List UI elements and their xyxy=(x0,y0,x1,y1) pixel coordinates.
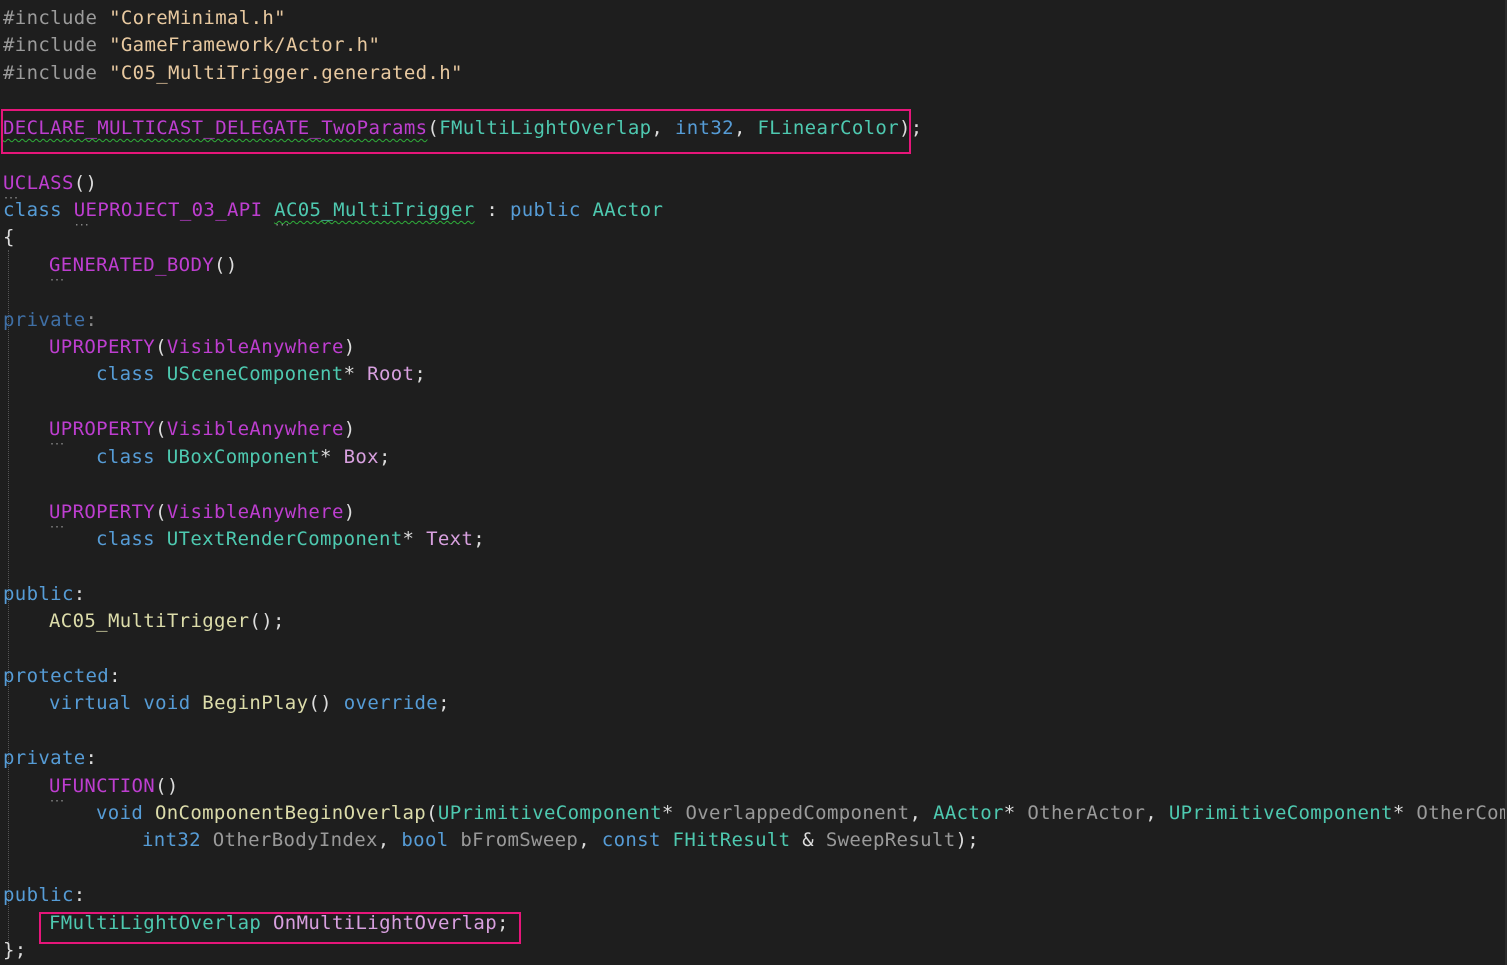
code-line[interactable]: class UTextRenderComponent* Text; xyxy=(3,526,485,553)
parameter-name: bFromSweep xyxy=(460,829,579,851)
member-name: OnMultiLightOverlap xyxy=(273,912,497,934)
class-name: AC05_MultiTrigger xyxy=(274,199,474,221)
parameter-name: OtherActor xyxy=(1027,802,1146,824)
code-line[interactable]: private: xyxy=(3,745,97,772)
code-line[interactable]: virtual void BeginPlay() override; xyxy=(3,690,450,717)
parameter-name: OverlappedComponent xyxy=(685,802,910,824)
delegate-param-type: int32 xyxy=(674,117,734,139)
const-keyword: const xyxy=(601,829,661,851)
include-path: "GameFramework/Actor.h" xyxy=(109,34,381,56)
code-line[interactable]: AC05_MultiTrigger(); xyxy=(3,608,285,635)
type-name: AActor xyxy=(933,802,1004,824)
class-keyword: class xyxy=(96,528,155,550)
uproperty-macro: UPROPERTY xyxy=(49,418,155,440)
code-line[interactable]: UFUNCTION() xyxy=(3,773,179,800)
code-line[interactable]: #include "GameFramework/Actor.h" xyxy=(3,32,380,59)
access-specifier: public xyxy=(3,884,74,906)
code-line[interactable]: DECLARE_MULTICAST_DELEGATE_TwoParams(FMu… xyxy=(3,115,923,142)
access-specifier: protected xyxy=(3,665,110,687)
access-specifier: private xyxy=(3,747,86,769)
type-name: FMultiLightOverlap xyxy=(49,912,262,934)
type-name: UBoxComponent xyxy=(166,446,321,468)
include-path: "CoreMinimal.h" xyxy=(109,7,286,29)
generated-body-macro: GENERATED_BODY xyxy=(49,254,214,276)
parameter-name: OtherBodyIndex xyxy=(212,829,378,851)
public-keyword: public xyxy=(509,199,581,221)
code-line[interactable]: { xyxy=(3,224,15,251)
code-line[interactable]: public: xyxy=(3,581,86,608)
constructor-name: AC05_MultiTrigger xyxy=(49,610,250,632)
member-name: Box xyxy=(343,446,379,468)
code-line[interactable]: protected: xyxy=(3,663,121,690)
member-name: Text xyxy=(426,528,474,550)
class-keyword: class xyxy=(96,446,155,468)
code-line[interactable]: int32 OtherBodyIndex, bool bFromSweep, c… xyxy=(3,827,979,854)
property-specifier: VisibleAnywhere xyxy=(166,336,344,358)
delegate-type-name: FMultiLightOverlap xyxy=(439,117,652,139)
code-line[interactable]: }; xyxy=(3,937,27,964)
type-name: UTextRenderComponent xyxy=(166,528,403,550)
parameter-name: OtherComp xyxy=(1416,802,1507,824)
type-name: UPrimitiveComponent xyxy=(1168,802,1393,824)
code-line[interactable]: UPROPERTY(VisibleAnywhere) xyxy=(3,416,356,443)
code-line[interactable]: UPROPERTY(VisibleAnywhere) xyxy=(3,499,356,526)
include-directive: #include xyxy=(3,62,98,84)
uproperty-macro: UPROPERTY xyxy=(49,336,156,358)
include-directive: #include xyxy=(3,34,98,56)
property-specifier: VisibleAnywhere xyxy=(166,501,344,523)
virtual-keyword: virtual xyxy=(49,692,132,714)
code-line[interactable]: FMultiLightOverlap OnMultiLightOverlap; xyxy=(3,910,509,937)
member-name: Root xyxy=(367,363,415,385)
code-line[interactable]: UPROPERTY(VisibleAnywhere) xyxy=(3,334,356,361)
code-line[interactable]: #include "C05_MultiTrigger.generated.h" xyxy=(3,60,463,87)
type-name: USceneComponent xyxy=(166,363,344,385)
type-name: FHitResult xyxy=(672,829,791,851)
code-line[interactable]: private: xyxy=(3,307,97,334)
uclass-macro: UCLASS xyxy=(3,172,74,194)
bool-keyword: bool xyxy=(401,829,449,851)
delegate-macro: DECLARE_MULTICAST_DELEGATE_TwoParams xyxy=(3,117,428,139)
code-line[interactable]: void OnComponentBeginOverlap(UPrimitiveC… xyxy=(3,800,1507,827)
code-line[interactable]: class UEPROJECT_03_API AC05_MultiTrigger… xyxy=(3,197,663,224)
property-specifier: VisibleAnywhere xyxy=(166,418,344,440)
include-path: "C05_MultiTrigger.generated.h" xyxy=(109,62,463,84)
void-keyword: void xyxy=(96,802,144,824)
void-keyword: void xyxy=(143,692,191,714)
code-line[interactable]: class UBoxComponent* Box; xyxy=(3,444,391,471)
code-line[interactable]: class USceneComponent* Root; xyxy=(3,361,426,388)
type-name: UPrimitiveComponent xyxy=(437,802,662,824)
class-keyword: class xyxy=(3,199,62,221)
code-line[interactable]: GENERATED_BODY() xyxy=(3,252,238,279)
code-line[interactable]: UCLASS() xyxy=(3,170,97,197)
code-line[interactable]: public: xyxy=(3,882,86,909)
include-directive: #include xyxy=(3,7,98,29)
code-line[interactable]: #include "CoreMinimal.h" xyxy=(3,5,286,32)
close-brace: }; xyxy=(3,939,27,961)
open-brace: { xyxy=(3,226,15,248)
api-macro: UEPROJECT_03_API xyxy=(74,199,263,221)
class-keyword: class xyxy=(96,363,155,385)
parameter-name: SweepResult xyxy=(825,829,956,851)
base-class-name: AActor xyxy=(592,199,664,221)
code-editor[interactable]: #include "CoreMinimal.h" #include "GameF… xyxy=(0,0,1507,965)
uproperty-macro: UPROPERTY xyxy=(49,501,155,523)
ufunction-macro: UFUNCTION xyxy=(49,775,155,797)
access-specifier: private xyxy=(3,309,86,331)
int32-keyword: int32 xyxy=(142,829,201,851)
function-name: BeginPlay xyxy=(202,692,309,714)
override-keyword: override xyxy=(343,692,439,714)
access-specifier: public xyxy=(3,583,74,605)
function-name: OnComponentBeginOverlap xyxy=(154,802,427,824)
delegate-param-type: FLinearColor xyxy=(757,117,899,139)
